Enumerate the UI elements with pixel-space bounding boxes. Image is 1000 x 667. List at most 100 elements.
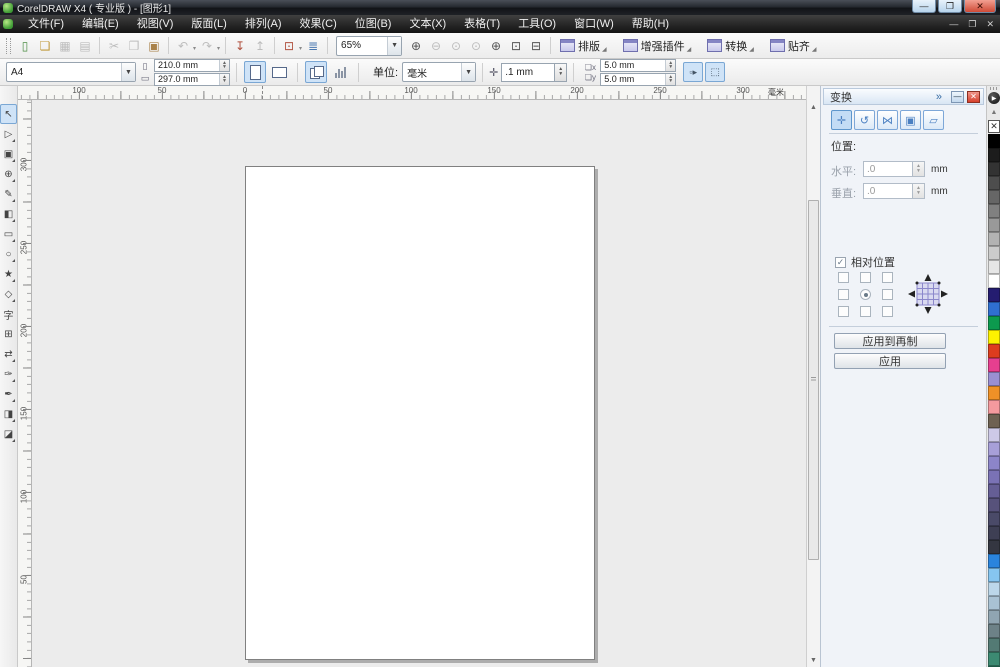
scroll-down-arrow[interactable]: ▼ (807, 653, 820, 667)
page-a4[interactable] (245, 166, 595, 660)
chevron-down-icon[interactable]: ▼ (461, 63, 475, 81)
menu-item-5[interactable]: 效果(C) (291, 15, 346, 33)
color-swatch[interactable] (988, 386, 1000, 400)
color-swatch[interactable] (988, 134, 1000, 148)
shape-tool[interactable]: ▷ (0, 124, 17, 144)
basic-shapes-tool[interactable]: ◇ (0, 284, 17, 304)
color-swatch[interactable] (988, 302, 1000, 316)
interactive-blend-tool[interactable]: ⇄ (0, 344, 17, 364)
anchor-checkbox-1-0[interactable] (838, 289, 849, 300)
eyedropper-tool[interactable]: ✑ (0, 364, 17, 384)
horizontal-input[interactable]: .0 (863, 161, 913, 177)
docker-close-button[interactable]: ✕ (967, 91, 980, 103)
apply-to-duplicate-button[interactable]: 应用到再制 (834, 333, 946, 349)
relative-position-checkbox[interactable]: ✓ 相对位置 (835, 254, 895, 270)
snap-to-button[interactable]: 贴齐◢ (765, 36, 822, 56)
scrollbar-thumb[interactable] (808, 200, 819, 560)
color-swatch[interactable] (988, 526, 1000, 540)
zoom-out-button[interactable]: ⊖ (426, 36, 446, 56)
document-close-button[interactable]: ✕ (986, 19, 994, 30)
ellipse-tool[interactable]: ○ (0, 244, 17, 264)
vertical-scrollbar[interactable]: ▲ ▼ (806, 86, 820, 667)
position-transform-button[interactable]: ✛ (831, 110, 852, 130)
color-swatch[interactable] (988, 246, 1000, 260)
table-tool[interactable]: ⊞ (0, 324, 17, 344)
skew-transform-button[interactable]: ▱ (923, 110, 944, 130)
maximize-button[interactable]: ❐ (938, 0, 962, 13)
chevron-down-icon[interactable]: ▾ (193, 45, 196, 52)
paper-size-select[interactable]: A4 ▼ (6, 62, 136, 82)
save-document-button[interactable]: ▦ (55, 36, 75, 56)
chevron-down-icon[interactable]: ▼ (121, 63, 135, 81)
portrait-button[interactable] (244, 61, 266, 83)
document-restore-button[interactable]: ❐ (968, 19, 976, 30)
import-button[interactable]: ↧ (230, 36, 250, 56)
palette-grip[interactable] (990, 87, 998, 90)
scale-mirror-transform-button[interactable]: ⋈ (877, 110, 898, 130)
color-swatch[interactable] (988, 162, 1000, 176)
anchor-checkbox-1-2[interactable] (882, 289, 893, 300)
units-select[interactable]: 毫米 ▼ (402, 62, 476, 82)
color-swatch[interactable] (988, 428, 1000, 442)
horizontal-ruler[interactable]: 毫米 10050050100150200250300 (18, 86, 806, 100)
rotate-transform-button[interactable]: ↺ (854, 110, 875, 130)
color-swatch[interactable] (988, 498, 1000, 512)
chevron-down-icon[interactable]: ▾ (299, 45, 302, 52)
zoom-to-height-button[interactable]: ⊟ (526, 36, 546, 56)
scroll-up-arrow[interactable]: ▲ (807, 100, 820, 114)
menu-item-7[interactable]: 文本(X) (400, 15, 455, 33)
color-swatch[interactable] (988, 484, 1000, 498)
typesetting-button[interactable]: 排版◢ (555, 36, 612, 56)
polygon-tool[interactable]: ★ (0, 264, 17, 284)
outline-pen-tool[interactable]: ✒ (0, 384, 17, 404)
color-swatch[interactable] (988, 624, 1000, 638)
color-swatch[interactable] (988, 204, 1000, 218)
anchor-checkbox-0-0[interactable] (838, 272, 849, 283)
color-swatch[interactable] (988, 316, 1000, 330)
vertical-spinner[interactable]: ▲▼ (913, 183, 925, 199)
palette-flyout-button[interactable]: ▶ (988, 92, 1000, 104)
menu-item-2[interactable]: 视图(V) (128, 15, 183, 33)
color-swatch[interactable] (988, 274, 1000, 288)
zoom-to-page-button[interactable]: ⊕ (486, 36, 506, 56)
zoom-tool[interactable]: ⊕ (0, 164, 17, 184)
freehand-tool[interactable]: ✎ (0, 184, 17, 204)
menu-item-3[interactable]: 版面(L) (182, 15, 235, 33)
chevron-down-icon[interactable]: ▾ (217, 45, 220, 52)
paper-width-spinner[interactable]: ▲▼ (219, 60, 229, 71)
anchor-center-radio[interactable] (860, 289, 871, 300)
duplicate-y-input[interactable]: 5.0 mm ▲▼ (600, 73, 676, 86)
new-document-button[interactable]: ▯ (15, 36, 35, 56)
menu-item-6[interactable]: 位图(B) (346, 15, 401, 33)
color-swatch[interactable] (988, 414, 1000, 428)
vertical-ruler[interactable]: 30025020015010050 (18, 100, 32, 667)
zoom-to-all-button[interactable]: ⊙ (466, 36, 486, 56)
zoom-to-width-button[interactable]: ⊡ (506, 36, 526, 56)
color-swatch[interactable] (988, 358, 1000, 372)
color-swatch[interactable] (988, 582, 1000, 596)
zoom-in-button[interactable]: ⊕ (406, 36, 426, 56)
apply-button[interactable]: 应用 (834, 353, 946, 369)
duplicate-x-spinner[interactable]: ▲▼ (665, 60, 675, 71)
fill-tool[interactable]: ◨ (0, 404, 17, 424)
color-swatch[interactable] (988, 568, 1000, 582)
treat-as-filled-toggle[interactable]: ⬚ (705, 62, 725, 82)
color-swatch[interactable] (988, 540, 1000, 554)
current-page-button[interactable] (329, 61, 351, 83)
color-swatch[interactable] (988, 260, 1000, 274)
color-swatch[interactable] (988, 638, 1000, 652)
document-minimize-button[interactable]: — (949, 19, 958, 29)
paper-height-input[interactable]: 297.0 mm ▲▼ (154, 73, 230, 86)
chevron-down-icon[interactable]: ▼ (387, 37, 401, 55)
anchor-checkbox-0-2[interactable] (882, 272, 893, 283)
color-swatch[interactable] (988, 190, 1000, 204)
color-swatch[interactable] (988, 596, 1000, 610)
minimize-button[interactable]: — (912, 0, 936, 13)
horizontal-spinner[interactable]: ▲▼ (913, 161, 925, 177)
open-document-button[interactable]: ❏ (35, 36, 55, 56)
color-swatch[interactable] (988, 372, 1000, 386)
color-swatch[interactable] (988, 554, 1000, 568)
convert-button[interactable]: 转换◢ (702, 36, 759, 56)
color-swatch[interactable] (988, 330, 1000, 344)
export-button[interactable]: ↥ (250, 36, 270, 56)
